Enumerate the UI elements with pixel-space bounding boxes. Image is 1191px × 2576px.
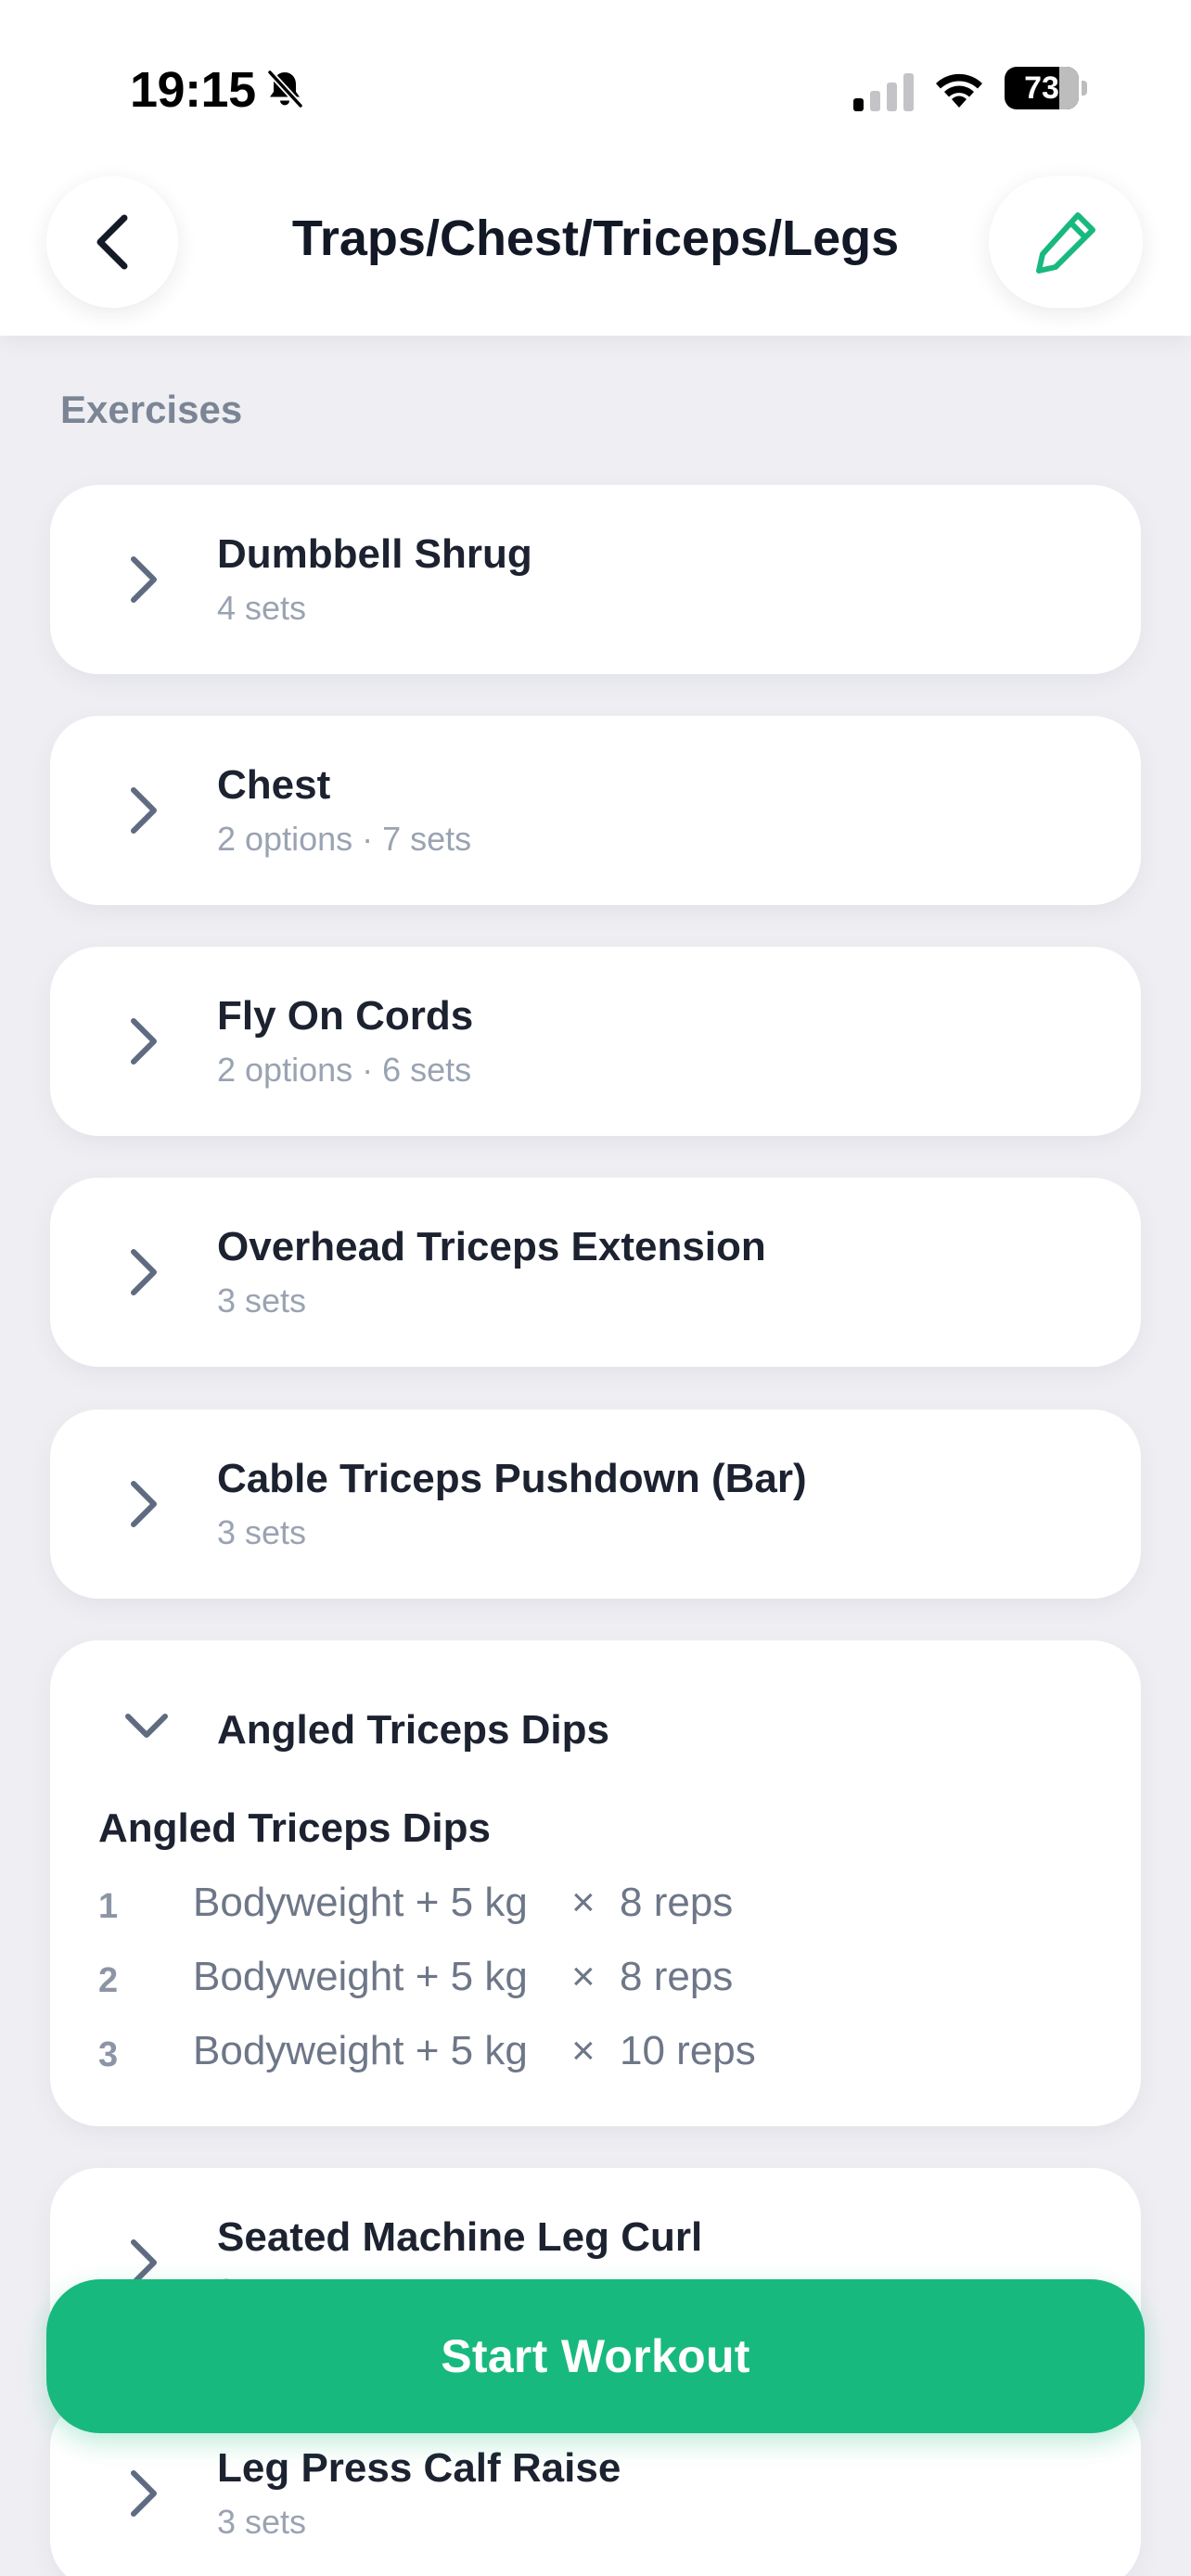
exercise-summary: 2 options · 6 sets [217,1051,472,1089]
battery-level: 73 [1024,70,1059,106]
exercise-card[interactable]: Dumbbell Shrug 4 sets [50,485,1141,674]
set-row: 2 Bodyweight + 5 kg × 8 reps [98,1954,1082,2009]
wifi-icon [936,73,982,108]
chevron-down-icon [125,1714,168,1738]
set-weight: Bodyweight + 5 kg [193,2028,528,2073]
exercise-name: Seated Machine Leg Curl [217,2214,703,2260]
exercise-name: Chest [217,762,331,808]
set-weight: Bodyweight + 5 kg [193,1880,528,1925]
page-title: Traps/Chest/Triceps/Legs [291,210,900,266]
set-number: 2 [98,1961,119,2000]
exercise-summary: 4 sets [217,589,307,627]
exercise-name: Fly On Cords [217,993,474,1039]
exercise-card[interactable]: Fly On Cords 2 options · 6 sets [50,947,1141,1136]
edit-button[interactable] [989,176,1143,308]
exercise-card[interactable]: Chest 2 options · 7 sets [50,716,1141,905]
set-row: 3 Bodyweight + 5 kg × 10 reps [98,2028,1082,2084]
exercise-name: Dumbbell Shrug [217,531,532,577]
exercise-card[interactable]: Overhead Triceps Extension 3 sets [50,1178,1141,1367]
exercise-name: Leg Press Calf Raise [217,2445,621,2491]
set-times-sign: × [571,2028,596,2073]
chevron-right-icon [131,556,157,603]
exercise-summary: 3 sets [217,2503,307,2541]
set-reps: 8 reps [620,1954,734,1999]
exercise-card[interactable]: Cable Triceps Pushdown (Bar) 3 sets [50,1409,1141,1599]
exercise-summary: 2 options · 7 sets [217,820,472,858]
exercise-option-title: Angled Triceps Dips [98,1805,491,1851]
set-number: 3 [98,2035,119,2074]
back-button[interactable] [46,176,178,308]
chevron-right-icon [131,1481,157,1527]
set-row: 1 Bodyweight + 5 kg × 8 reps [98,1880,1082,1935]
exercise-name: Angled Triceps Dips [217,1707,609,1753]
set-times-sign: × [571,1954,596,1999]
exercise-name: Overhead Triceps Extension [217,1224,766,1269]
exercise-summary: 3 sets [217,1282,307,1320]
chevron-right-icon [131,1249,157,1295]
header-bar: 19:15 73 Traps/Chest/Triceps/Legs [0,0,1191,336]
pencil-icon [1036,212,1095,274]
bell-slash-icon [267,70,303,108]
set-weight: Bodyweight + 5 kg [193,1954,528,1999]
set-reps: 8 reps [620,1880,734,1925]
chevron-right-icon [131,1018,157,1065]
set-times-sign: × [571,1880,596,1925]
start-workout-label: Start Workout [441,2330,750,2382]
cellular-signal-icon [853,73,914,111]
set-reps: 10 reps [620,2028,756,2073]
exercise-summary: 3 sets [217,1513,307,1551]
exercise-name: Cable Triceps Pushdown (Bar) [217,1456,807,1501]
chevron-right-icon [131,2470,157,2517]
chevron-left-icon [96,214,128,270]
exercise-card-expanded[interactable]: Angled Triceps Dips Angled Triceps Dips … [50,1640,1141,2126]
chevron-right-icon [131,787,157,834]
status-time: 19:15 [130,62,256,118]
set-number: 1 [98,1887,119,1926]
exercises-section-label: Exercises [60,388,243,431]
start-workout-button[interactable]: Start Workout [46,2279,1145,2433]
battery-icon: 73 [1005,67,1087,109]
workout-template-screen: 19:15 73 Traps/Chest/Triceps/Legs Exerci… [0,0,1191,2576]
